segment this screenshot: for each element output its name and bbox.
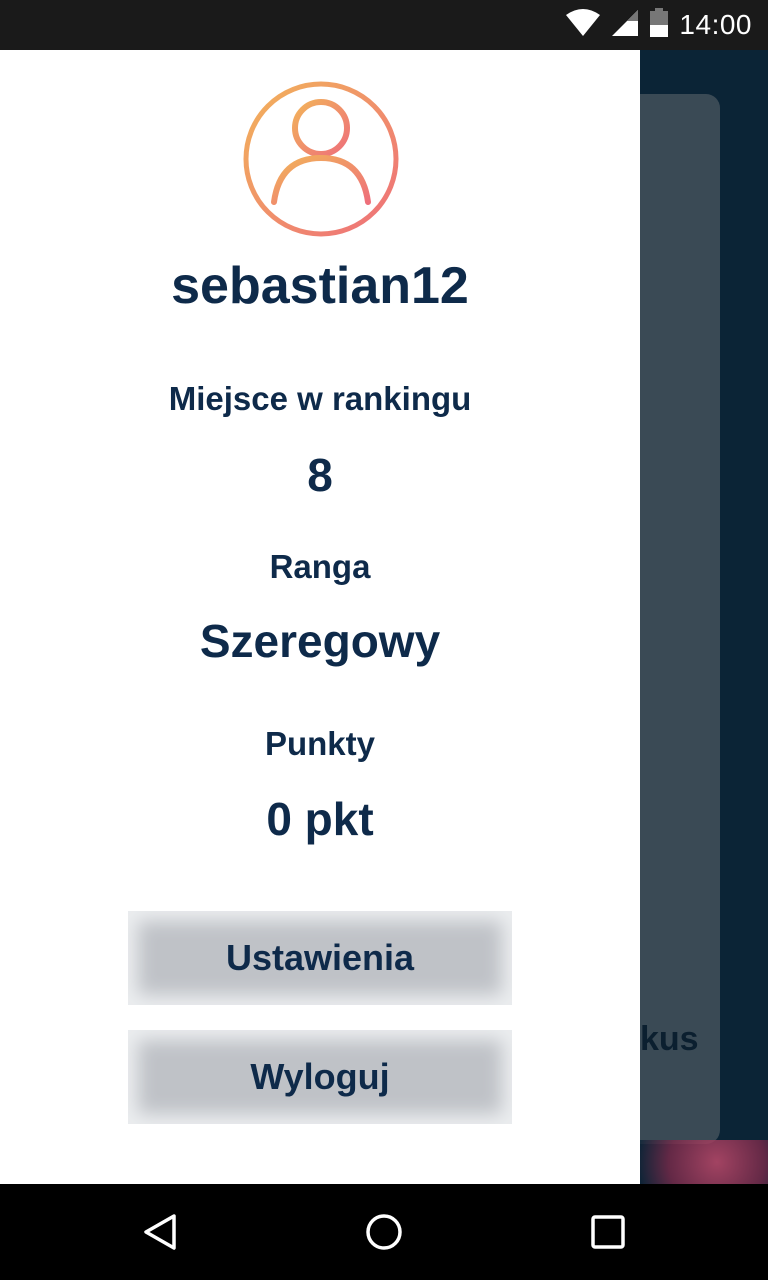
background-decoration xyxy=(640,1140,768,1184)
avatar-icon xyxy=(242,80,400,238)
logout-button[interactable]: Wyloguj xyxy=(128,1030,512,1124)
grade-label: Ranga xyxy=(269,548,371,585)
back-icon[interactable] xyxy=(136,1208,184,1256)
battery-icon xyxy=(649,7,669,43)
signal-icon xyxy=(611,9,639,42)
grade-value: Szeregowy xyxy=(199,615,441,667)
profile-drawer: sebastian12 Miejsce w rankingu 8 Ranga S… xyxy=(0,50,640,1184)
wifi-icon xyxy=(565,8,601,42)
background-card xyxy=(640,94,720,1144)
ranking-value: 8 xyxy=(307,449,333,501)
status-icons: 14:00 xyxy=(565,0,752,50)
ranking-label: Miejsce w rankingu xyxy=(168,380,472,417)
home-icon[interactable] xyxy=(360,1208,408,1256)
background-partial-text: kus xyxy=(640,1020,699,1058)
recents-icon[interactable] xyxy=(584,1208,632,1256)
points-value: 0 pkt xyxy=(266,793,374,845)
navigation-bar xyxy=(0,1184,768,1280)
status-time: 14:00 xyxy=(679,9,752,40)
status-bar: 14:00 xyxy=(0,0,768,50)
points-label: Punkty xyxy=(264,725,376,762)
background-app: kus xyxy=(640,50,768,1184)
username: sebastian12 xyxy=(171,257,469,315)
settings-button[interactable]: Ustawienia xyxy=(128,911,512,1005)
